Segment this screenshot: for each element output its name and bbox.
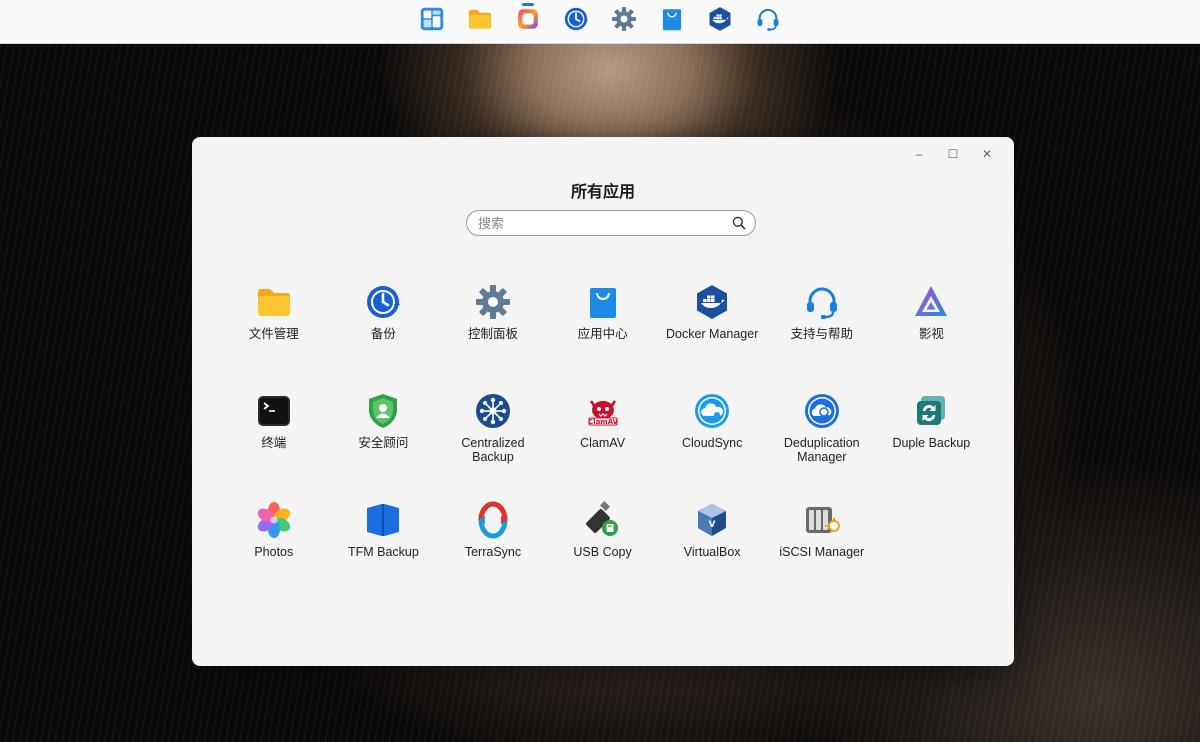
app-label: Centralized Backup — [461, 436, 525, 464]
app-tile[interactable]: 备份 — [329, 282, 439, 391]
usb-icon — [583, 500, 623, 540]
search-icon[interactable] — [729, 213, 749, 233]
app-label: Docker Manager — [665, 327, 759, 341]
app-tile[interactable]: 支持与帮助 — [767, 282, 877, 391]
app-tile[interactable]: TerraSync — [438, 500, 548, 609]
shield-icon — [363, 391, 403, 431]
shopping-bag-icon — [658, 5, 686, 38]
app-label: CloudSync — [681, 436, 743, 450]
all-apps-window: – ☐ ✕ 所有应用 文件管理 备份 控制面板 应用中心 Docker Manager 支… — [192, 137, 1014, 666]
app-tile[interactable]: 控制面板 — [438, 282, 548, 391]
taskbar — [0, 0, 1200, 44]
search-input[interactable] — [476, 214, 729, 232]
backup-icon — [562, 5, 590, 38]
app-label: Photos — [254, 545, 294, 559]
terminal-icon — [254, 391, 294, 431]
backup-icon — [363, 282, 403, 322]
folder-icon — [466, 5, 494, 38]
taskbar-backup-button[interactable] — [561, 7, 591, 37]
app-tile[interactable]: CloudSync — [657, 391, 767, 500]
app-label: 影视 — [918, 327, 944, 341]
terrasync-icon — [473, 500, 513, 540]
folder-icon — [254, 282, 294, 322]
app-row: 文件管理 备份 控制面板 应用中心 Docker Manager 支持与帮助 影视 — [219, 282, 989, 391]
app-label: VirtualBox — [683, 545, 741, 559]
docker-icon — [692, 282, 732, 322]
app-tile[interactable]: Docker Manager — [657, 282, 767, 391]
close-button[interactable]: ✕ — [970, 143, 1004, 165]
svg-text:V: V — [709, 520, 716, 530]
flower-icon — [254, 500, 294, 540]
app-label: 应用中心 — [577, 327, 628, 341]
app-label: iSCSI Manager — [779, 545, 865, 559]
app-tile[interactable]: Deduplication Manager — [767, 391, 877, 500]
app-tile[interactable]: TFM Backup — [329, 500, 439, 609]
app-row: 终端 安全顾问 Centralized Backup ClamAV ClamAV Clou… — [219, 391, 989, 500]
tiles-icon — [418, 5, 446, 38]
search-box[interactable] — [466, 210, 756, 236]
taskbar-media-app-button[interactable] — [513, 2, 543, 38]
clamav-icon: ClamAV — [583, 391, 623, 431]
app-label: Deduplication Manager — [783, 436, 860, 464]
jellyfin-icon — [911, 282, 951, 322]
app-tile[interactable]: 影视 — [877, 282, 987, 391]
app-tile[interactable]: iSCSI Manager — [767, 500, 877, 609]
app-tile[interactable]: 安全顾问 — [329, 391, 439, 500]
app-tile[interactable]: 终端 — [219, 391, 329, 500]
app-label: USB Copy — [573, 545, 632, 559]
app-label: Duple Backup — [892, 436, 971, 450]
app-label: 终端 — [261, 436, 287, 450]
maximize-button[interactable]: ☐ — [936, 143, 970, 165]
app-label: TerraSync — [464, 545, 522, 559]
taskbar-headset-button[interactable] — [753, 7, 783, 37]
gear-icon — [473, 282, 513, 322]
network-hub-icon — [473, 391, 513, 431]
headset-icon — [754, 5, 782, 38]
svg-text:ClamAV: ClamAV — [588, 418, 618, 426]
app-tile[interactable]: V VirtualBox — [657, 500, 767, 609]
app-label: 备份 — [370, 327, 396, 341]
app-label: 支持与帮助 — [790, 327, 854, 341]
gear-icon — [610, 5, 638, 38]
docker-icon — [706, 5, 734, 38]
dedup-icon — [802, 391, 842, 431]
taskbar-tiles-button[interactable] — [417, 7, 447, 37]
minimize-button[interactable]: – — [902, 143, 936, 165]
app-label: 文件管理 — [248, 327, 299, 341]
app-tile[interactable]: Centralized Backup — [438, 391, 548, 500]
iscsi-icon — [802, 500, 842, 540]
app-label: 安全顾问 — [358, 436, 409, 450]
sync-icon — [911, 391, 951, 431]
taskbar-shopping-bag-button[interactable] — [657, 7, 687, 37]
taskbar-folder-button[interactable] — [465, 7, 495, 37]
app-tile[interactable]: 应用中心 — [548, 282, 658, 391]
media-app-icon — [514, 5, 542, 38]
app-label: ClamAV — [580, 436, 626, 450]
running-indicator — [522, 2, 534, 6]
app-tile[interactable]: Duple Backup — [877, 391, 987, 500]
taskbar-docker-button[interactable] — [705, 7, 735, 37]
app-tile[interactable]: USB Copy — [548, 500, 658, 609]
app-tile[interactable]: Photos — [219, 500, 329, 609]
app-grid: 文件管理 备份 控制面板 应用中心 Docker Manager 支持与帮助 影视终端 安全顾… — [219, 282, 989, 609]
window-controls: – ☐ ✕ — [902, 143, 1004, 165]
window-title: 所有应用 — [570, 184, 635, 201]
app-tile[interactable]: ClamAV ClamAV — [548, 391, 658, 500]
book-icon — [363, 500, 403, 540]
headset-icon — [802, 282, 842, 322]
app-label: TFM Backup — [347, 545, 419, 559]
virtualbox-icon: V — [692, 500, 732, 540]
shopping-bag-icon — [583, 282, 623, 322]
taskbar-gear-button[interactable] — [609, 7, 639, 37]
app-row: Photos TFM Backup TerraSync USB Copy V Virtua… — [219, 500, 989, 609]
app-tile[interactable]: 文件管理 — [219, 282, 329, 391]
cloud-icon — [692, 391, 732, 431]
app-label: 控制面板 — [467, 327, 518, 341]
